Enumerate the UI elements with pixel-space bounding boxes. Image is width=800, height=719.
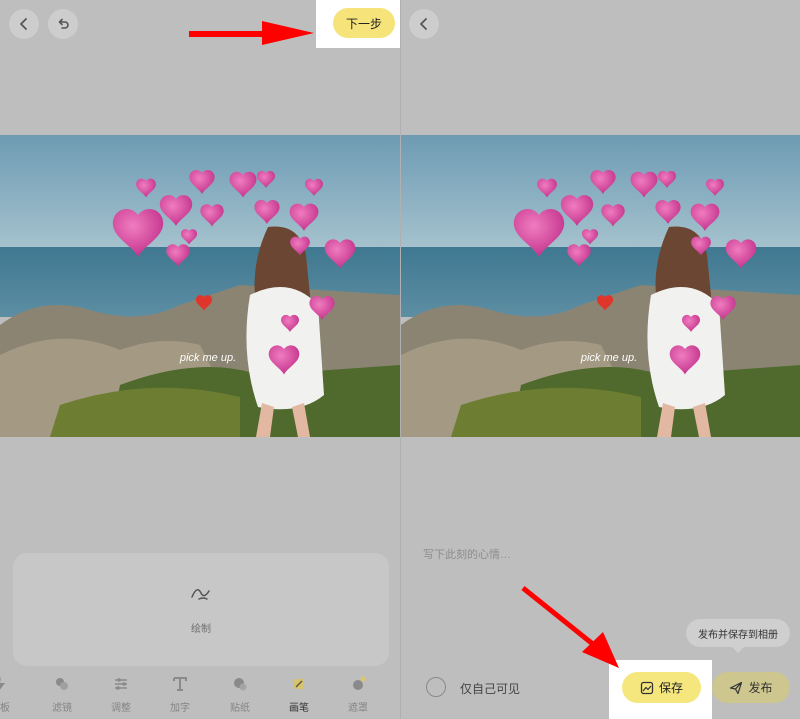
photo-preview: pick me up. (401, 135, 800, 437)
mask-icon (353, 676, 366, 690)
draw-squiggle-icon[interactable] (189, 583, 213, 603)
caption-input[interactable]: 写下此刻的心情… (423, 546, 511, 562)
undo-button[interactable] (48, 9, 78, 39)
publish-panel: pick me up. 写下此刻的心情… 发布并保存到相册 仅自己可见 保存 发… (401, 0, 800, 719)
sticker-icon (234, 678, 247, 691)
tool-template[interactable]: 模板 (0, 676, 20, 719)
tool-adjust[interactable]: 调整 (101, 676, 141, 719)
editor-toolbar: 模板 滤镜 调整 加字 贴纸 画笔 遮罩 (0, 676, 400, 719)
tool-label: 模板 (0, 703, 10, 714)
draw-tool-label: 绘制 (191, 624, 211, 635)
filter-icon (56, 678, 68, 690)
tool-sticker[interactable]: 贴纸 (220, 676, 260, 719)
tool-label: 画笔 (289, 703, 309, 714)
save-label: 保存 (658, 681, 683, 695)
brush-icon (294, 679, 304, 689)
tool-brush[interactable]: 画笔 (279, 676, 319, 719)
brush-tool-card: 绘制 (13, 553, 389, 666)
publish-label: 发布 (748, 681, 773, 695)
tool-label: 贴纸 (230, 703, 250, 714)
tool-label: 遮罩 (348, 703, 368, 714)
private-checkbox[interactable] (426, 677, 446, 697)
tool-label: 滤镜 (52, 703, 72, 714)
photo-caption: pick me up. (179, 352, 236, 364)
tool-text[interactable]: 加字 (160, 676, 200, 719)
undo-icon (58, 18, 69, 29)
save-button[interactable]: 保存 (622, 672, 701, 703)
publish-button[interactable]: 发布 (712, 672, 790, 703)
photo-image: pick me up. (0, 135, 400, 437)
back-button[interactable] (409, 9, 439, 39)
back-button[interactable] (9, 9, 39, 39)
editor-panel: 下一步 pick me up. 绘制 板 滤镜 调整 加字 贴纸 画笔 遮罩 (0, 0, 400, 719)
publish-tooltip: 发布并保存到相册 (686, 619, 790, 653)
tool-label: 加字 (170, 703, 190, 714)
photo-caption: pick me up. (580, 352, 637, 364)
chevron-left-icon (420, 18, 427, 30)
tool-filter[interactable]: 滤镜 (42, 676, 82, 719)
photo-canvas[interactable]: pick me up. (0, 135, 400, 437)
photo-image: pick me up. (401, 135, 800, 437)
sliders-icon (115, 678, 127, 690)
send-icon (730, 681, 743, 694)
image-save-icon (640, 681, 654, 694)
next-step-button[interactable]: 下一步 (333, 8, 395, 38)
private-label: 仅自己可见 (460, 682, 521, 696)
tool-label: 调整 (111, 703, 131, 714)
chevron-left-icon (20, 18, 27, 30)
text-icon (173, 677, 187, 691)
tool-mask[interactable]: 遮罩 (338, 676, 378, 719)
lightning-icon (0, 677, 5, 690)
